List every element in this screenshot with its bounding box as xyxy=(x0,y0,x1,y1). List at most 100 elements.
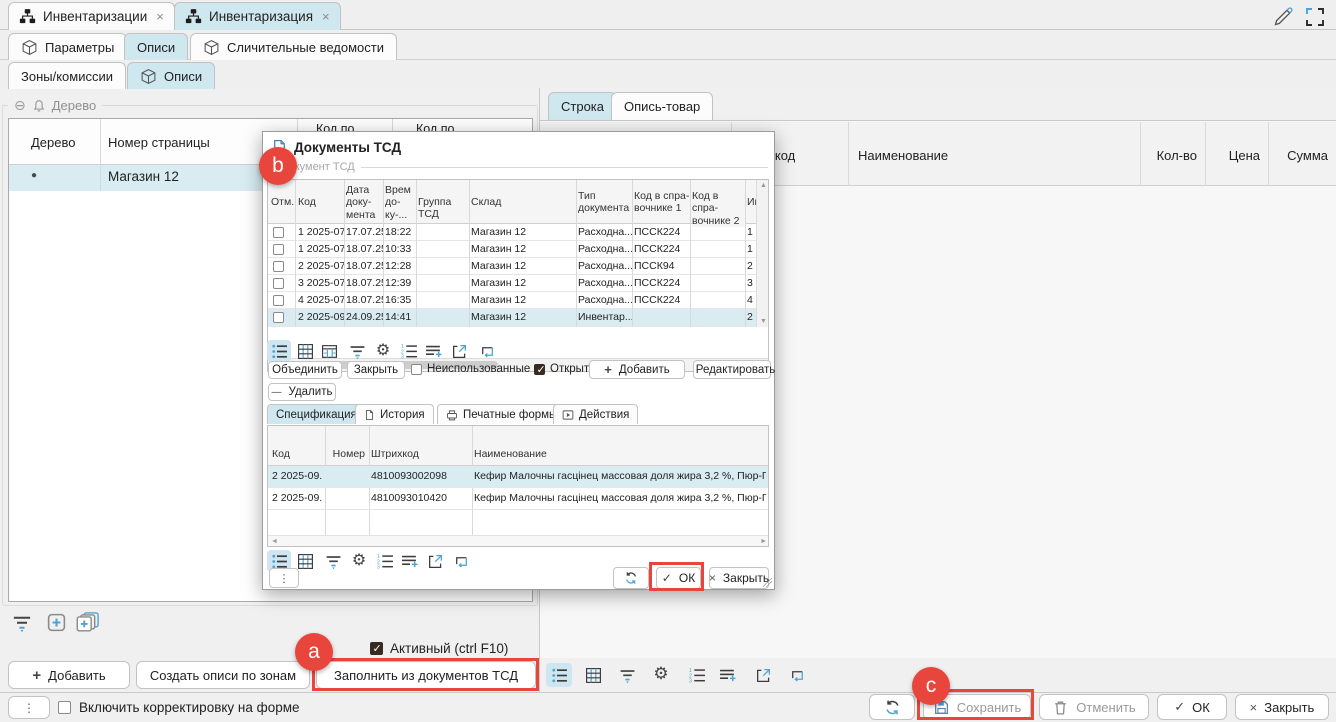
more-options-button[interactable]: ⋮ xyxy=(269,568,299,588)
bell-icon[interactable] xyxy=(32,99,46,113)
tab-lists[interactable]: Описи xyxy=(127,62,215,89)
open-external-icon[interactable] xyxy=(423,550,447,572)
open-external-icon[interactable] xyxy=(750,663,776,687)
close-icon[interactable]: × xyxy=(322,9,330,24)
gear-icon[interactable]: ⚙ xyxy=(347,549,371,571)
col-group[interactable]: Группа ТСД xyxy=(418,196,470,221)
add-row-icon[interactable] xyxy=(714,663,740,687)
open-checkbox[interactable] xyxy=(534,364,545,375)
close-icon[interactable]: × xyxy=(156,9,164,24)
col-date[interactable]: Дата доку- мента xyxy=(346,184,384,221)
filter-icon[interactable] xyxy=(12,613,32,638)
col-page-number[interactable]: Номер страницы xyxy=(108,135,210,150)
add-row-icon[interactable] xyxy=(421,340,445,362)
unused-checkbox[interactable] xyxy=(411,364,422,375)
filter-icon[interactable] xyxy=(321,550,345,572)
table-row[interactable]: 3 2025-07...18.07.2512:39Магазин 12Расхо… xyxy=(268,275,768,292)
refresh-button[interactable] xyxy=(613,567,649,589)
col-time[interactable]: Врем до- ку-... xyxy=(385,184,415,221)
col-mark[interactable]: Отм. xyxy=(271,196,295,208)
row-checkbox[interactable] xyxy=(273,261,284,272)
table-row-selected[interactable]: 2 2025-09...24.09.2514:41Магазин 12Инвен… xyxy=(268,309,768,327)
tab-zones-commissions[interactable]: Зоны/комиссии xyxy=(8,62,126,89)
table-row[interactable]: 2 2025-07...18.07.2512:28Магазин 12Расхо… xyxy=(268,258,768,275)
create-lists-by-zones-button[interactable]: Создать описи по зонам xyxy=(136,661,310,689)
edit-doc-button[interactable]: Редактировать xyxy=(693,360,771,379)
tab-specification[interactable]: Спецификация xyxy=(267,404,366,424)
gear-icon[interactable]: ⚙ xyxy=(648,662,674,686)
row-checkbox[interactable] xyxy=(273,244,284,255)
tab-inventories-lists[interactable]: Описи xyxy=(124,33,188,60)
tab-opis-tovar[interactable]: Опись-товар xyxy=(611,92,713,120)
row-checkbox[interactable] xyxy=(273,227,284,238)
col-name[interactable]: Наименование xyxy=(474,448,764,460)
add-item-icon[interactable] xyxy=(46,612,67,638)
tab-actions[interactable]: Действия xyxy=(553,404,638,424)
table-row[interactable]: 4 2025-07...18.07.2516:35Магазин 12Расхо… xyxy=(268,292,768,309)
col-code[interactable]: Код xyxy=(272,448,322,460)
loop-icon[interactable] xyxy=(784,663,810,687)
col-num[interactable]: Номер xyxy=(327,448,365,460)
col-qty[interactable]: Кол-во xyxy=(1140,148,1197,163)
merge-button[interactable]: Объединить xyxy=(268,361,342,379)
table-row[interactable]: 1 2025-07...18.07.2510:33Магазин 12Расхо… xyxy=(268,241,768,258)
table-row[interactable]: 2 2025-09... 4810093010420 Кефир Малочны… xyxy=(268,488,768,510)
numbered-list-icon[interactable]: 123 xyxy=(397,340,421,362)
table-row[interactable]: 1 2025-07...17.07.2518:22Магазин 12Расхо… xyxy=(268,224,768,241)
cancel-button[interactable]: Отменить xyxy=(1039,694,1149,720)
list-view-icon[interactable] xyxy=(546,663,572,687)
refresh-button[interactable] xyxy=(869,694,915,720)
list-view-icon[interactable] xyxy=(267,340,291,362)
window-tab-inventory[interactable]: Инвентаризация × xyxy=(174,2,341,30)
col-ref2[interactable]: Код в спра- вочнике 2 xyxy=(692,190,746,227)
fullscreen-button[interactable] xyxy=(1305,7,1325,32)
active-checkbox[interactable] xyxy=(370,642,383,655)
tab-history[interactable]: История xyxy=(355,404,434,424)
open-external-icon[interactable] xyxy=(447,340,471,362)
add-row-icon[interactable] xyxy=(397,550,421,572)
dialog-close-button[interactable]: × Закрыть xyxy=(709,567,769,589)
close-button[interactable]: × Закрыть xyxy=(1235,694,1329,720)
col-name[interactable]: Наименование xyxy=(858,148,948,163)
row-checkbox[interactable] xyxy=(273,312,284,323)
col-barcode[interactable]: Штрихкод xyxy=(371,448,469,460)
resize-grip[interactable] xyxy=(763,578,772,587)
filter-icon[interactable] xyxy=(614,663,640,687)
vertical-scrollbar[interactable]: ▲▼ xyxy=(756,180,768,327)
window-tab-inventories[interactable]: Инвентаризации × xyxy=(8,2,175,30)
add-multiple-icon[interactable] xyxy=(76,611,100,638)
col-store[interactable]: Склад xyxy=(471,196,571,208)
tab-parameters[interactable]: Параметры xyxy=(8,33,127,60)
col-sum[interactable]: Сумма xyxy=(1268,148,1328,163)
loop-icon[interactable] xyxy=(449,550,473,572)
add-button[interactable]: + Добавить xyxy=(8,661,130,689)
collapse-icon[interactable]: ⊖ xyxy=(14,97,26,114)
ok-button[interactable]: ✓ ОК xyxy=(1157,694,1227,720)
table-row-selected[interactable]: 2 2025-09... 4810093002098 Кефир Малочны… xyxy=(268,466,768,488)
delete-doc-button[interactable]: —Удалить xyxy=(268,383,336,401)
row-checkbox[interactable] xyxy=(273,295,284,306)
col-ref1[interactable]: Код в спра- вочнике 1 xyxy=(634,190,690,215)
tab-print-forms[interactable]: Печатные формы xyxy=(437,404,566,424)
grid-view-icon[interactable] xyxy=(293,340,317,362)
col-code[interactable]: Код xyxy=(298,196,342,208)
more-options-button[interactable]: ⋮ xyxy=(8,696,50,719)
edit-form-button[interactable] xyxy=(1272,6,1294,33)
col-doctype[interactable]: Тип документа xyxy=(578,190,632,215)
numbered-list-icon[interactable]: 123 xyxy=(684,663,710,687)
gear-icon[interactable]: ⚙ xyxy=(371,339,395,361)
col-tree[interactable]: Дерево xyxy=(31,135,75,150)
numbered-list-icon[interactable]: 123 xyxy=(373,550,397,572)
row-checkbox[interactable] xyxy=(273,278,284,289)
close-doc-button[interactable]: Закрыть xyxy=(347,361,405,379)
horizontal-scrollbar[interactable]: ◄► xyxy=(268,535,769,546)
column-settings-icon[interactable] xyxy=(317,340,341,362)
col-price[interactable]: Цена xyxy=(1205,148,1260,163)
tab-comparison-sheets[interactable]: Сличительные ведомости xyxy=(190,33,397,60)
filter-icon[interactable] xyxy=(345,340,369,362)
loop-icon[interactable] xyxy=(475,340,499,362)
grid-view-icon[interactable] xyxy=(580,663,606,687)
add-doc-button[interactable]: +Добавить xyxy=(589,360,685,379)
correction-checkbox[interactable] xyxy=(58,701,71,714)
tab-stroka[interactable]: Строка xyxy=(548,92,617,120)
